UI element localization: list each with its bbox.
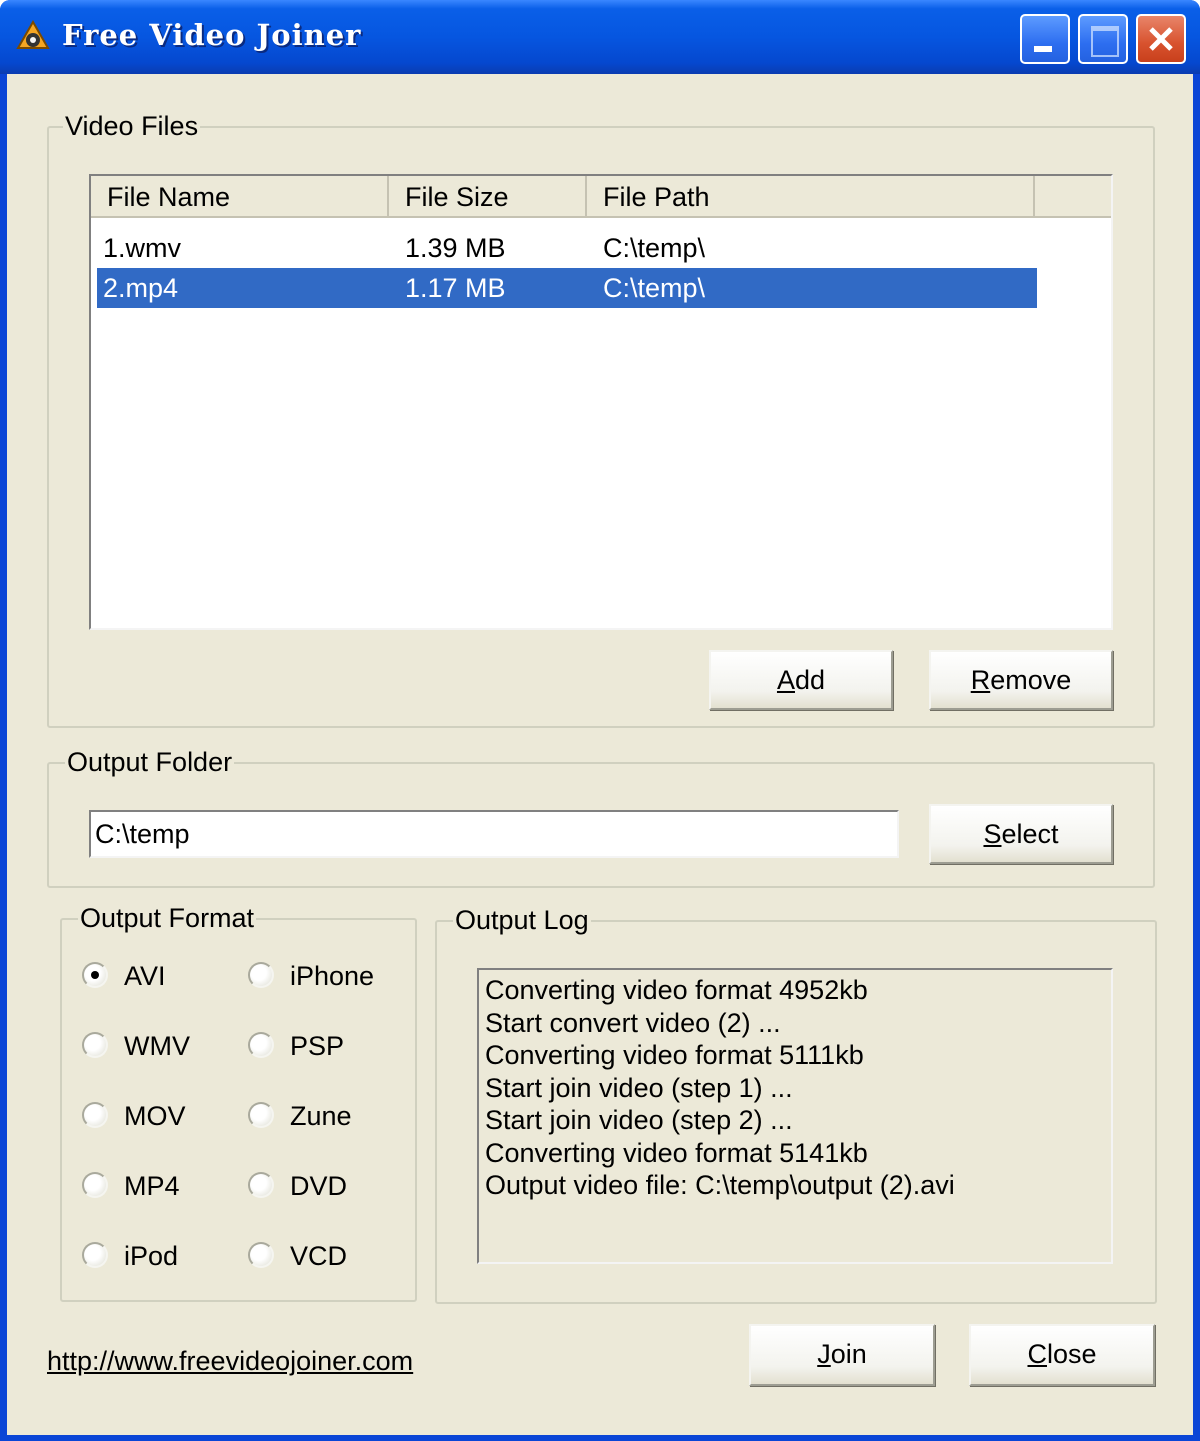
- file-path-cell: C:\temp\: [603, 273, 706, 303]
- remove-mnemonic: R: [970, 665, 991, 695]
- window-title: Free Video Joiner: [62, 18, 362, 52]
- radio-icon: [248, 1172, 274, 1198]
- log-line: Output video file: C:\temp\output (2).av…: [485, 1170, 955, 1200]
- radio-label: DVD: [290, 1171, 348, 1201]
- list-item-selected[interactable]: 2.mp4 1.17 MB C:\temp\: [97, 268, 1037, 308]
- list-item[interactable]: 1.wmv 1.39 MB C:\temp\: [97, 228, 1037, 268]
- radio-label: iPod: [124, 1241, 179, 1271]
- website-link[interactable]: http://www.freevideojoiner.com: [47, 1346, 413, 1377]
- add-mnemonic: A: [776, 665, 795, 695]
- join-button[interactable]: Join: [749, 1324, 935, 1386]
- file-size-cell: 1.17 MB: [405, 273, 506, 303]
- radio-label: Zune: [290, 1101, 352, 1131]
- radio-label: AVI: [124, 961, 166, 991]
- minimize-button[interactable]: [1020, 14, 1070, 64]
- radio-icon: [82, 1032, 108, 1058]
- select-mnemonic: S: [983, 819, 1002, 849]
- output-log-label: Output Log: [453, 903, 591, 937]
- remove-button[interactable]: Remove: [929, 650, 1113, 710]
- log-line: Start convert video (2) ...: [485, 1007, 781, 1038]
- video-files-label: Video Files: [63, 109, 201, 143]
- radio-label: PSP: [290, 1031, 345, 1061]
- radio-icon: [82, 1242, 108, 1268]
- list-header: File Name File Size File Path: [91, 176, 1111, 218]
- log-line: Converting video format 5141kb: [485, 1137, 868, 1168]
- app-window: Free Video Joiner Video Files File Name …: [0, 0, 1200, 1441]
- select-label: elect: [1001, 819, 1059, 849]
- file-name-cell: 2.mp4: [103, 273, 179, 303]
- maximize-button[interactable]: [1078, 14, 1128, 64]
- output-format-label: Output Format: [78, 901, 257, 935]
- add-label: dd: [794, 665, 826, 695]
- remove-label: emove: [990, 665, 1072, 695]
- video-file-list[interactable]: File Name File Size File Path 1.wmv 1.39…: [89, 174, 1113, 630]
- output-folder-label: Output Folder: [65, 745, 235, 779]
- radio-icon: [248, 962, 274, 988]
- close-icon: [1149, 27, 1173, 51]
- output-format-group: Output Format AVI WMV MOV MP4 iPod iPhon…: [60, 901, 417, 1302]
- radio-label: MP4: [124, 1171, 180, 1201]
- close-button[interactable]: Close: [969, 1324, 1155, 1386]
- video-files-group: Video Files File Name File Size File Pat…: [47, 109, 1155, 728]
- file-path-cell: C:\temp\: [603, 233, 706, 263]
- output-folder-group: Output Folder C:\temp Select: [47, 745, 1155, 888]
- column-header-file-path[interactable]: File Path: [587, 176, 1035, 216]
- close-mnemonic: C: [1027, 1339, 1047, 1369]
- log-line: Converting video format 5111kb: [485, 1040, 864, 1070]
- column-header-file-name[interactable]: File Name: [91, 176, 389, 216]
- radio-selected-icon: [82, 962, 108, 988]
- output-folder-input[interactable]: C:\temp: [89, 810, 899, 858]
- close-window-button[interactable]: [1136, 14, 1186, 64]
- title-bar[interactable]: Free Video Joiner: [0, 0, 1200, 74]
- log-line: Start join video (step 1) ...: [485, 1072, 793, 1103]
- radio-icon: [82, 1102, 108, 1128]
- radio-icon: [248, 1242, 274, 1268]
- file-size-cell: 1.39 MB: [405, 233, 506, 263]
- output-log-textbox[interactable]: Converting video format 4952kb Start con…: [477, 968, 1113, 1264]
- radio-label: iPhone: [290, 961, 375, 991]
- dialog-client-area: Video Files File Name File Size File Pat…: [7, 74, 1193, 1435]
- file-name-cell: 1.wmv: [103, 233, 182, 263]
- select-folder-button[interactable]: Select: [929, 804, 1113, 864]
- log-line: Converting video format 4952kb: [485, 975, 868, 1005]
- add-button[interactable]: Add: [709, 650, 893, 710]
- column-header-file-size[interactable]: File Size: [389, 176, 587, 216]
- log-line: Start join video (step 2) ...: [485, 1105, 793, 1135]
- radio-label: WMV: [124, 1031, 190, 1061]
- radio-icon: [248, 1102, 274, 1128]
- radio-icon: [82, 1172, 108, 1198]
- close-label: lose: [1046, 1339, 1097, 1369]
- output-log-group: Output Log Converting video format 4952k…: [435, 903, 1157, 1304]
- radio-icon: [248, 1032, 274, 1058]
- radio-label: VCD: [290, 1241, 348, 1271]
- join-label: oin: [830, 1339, 867, 1369]
- radio-label: MOV: [124, 1101, 186, 1131]
- app-icon: [16, 19, 50, 49]
- join-mnemonic: J: [817, 1339, 831, 1369]
